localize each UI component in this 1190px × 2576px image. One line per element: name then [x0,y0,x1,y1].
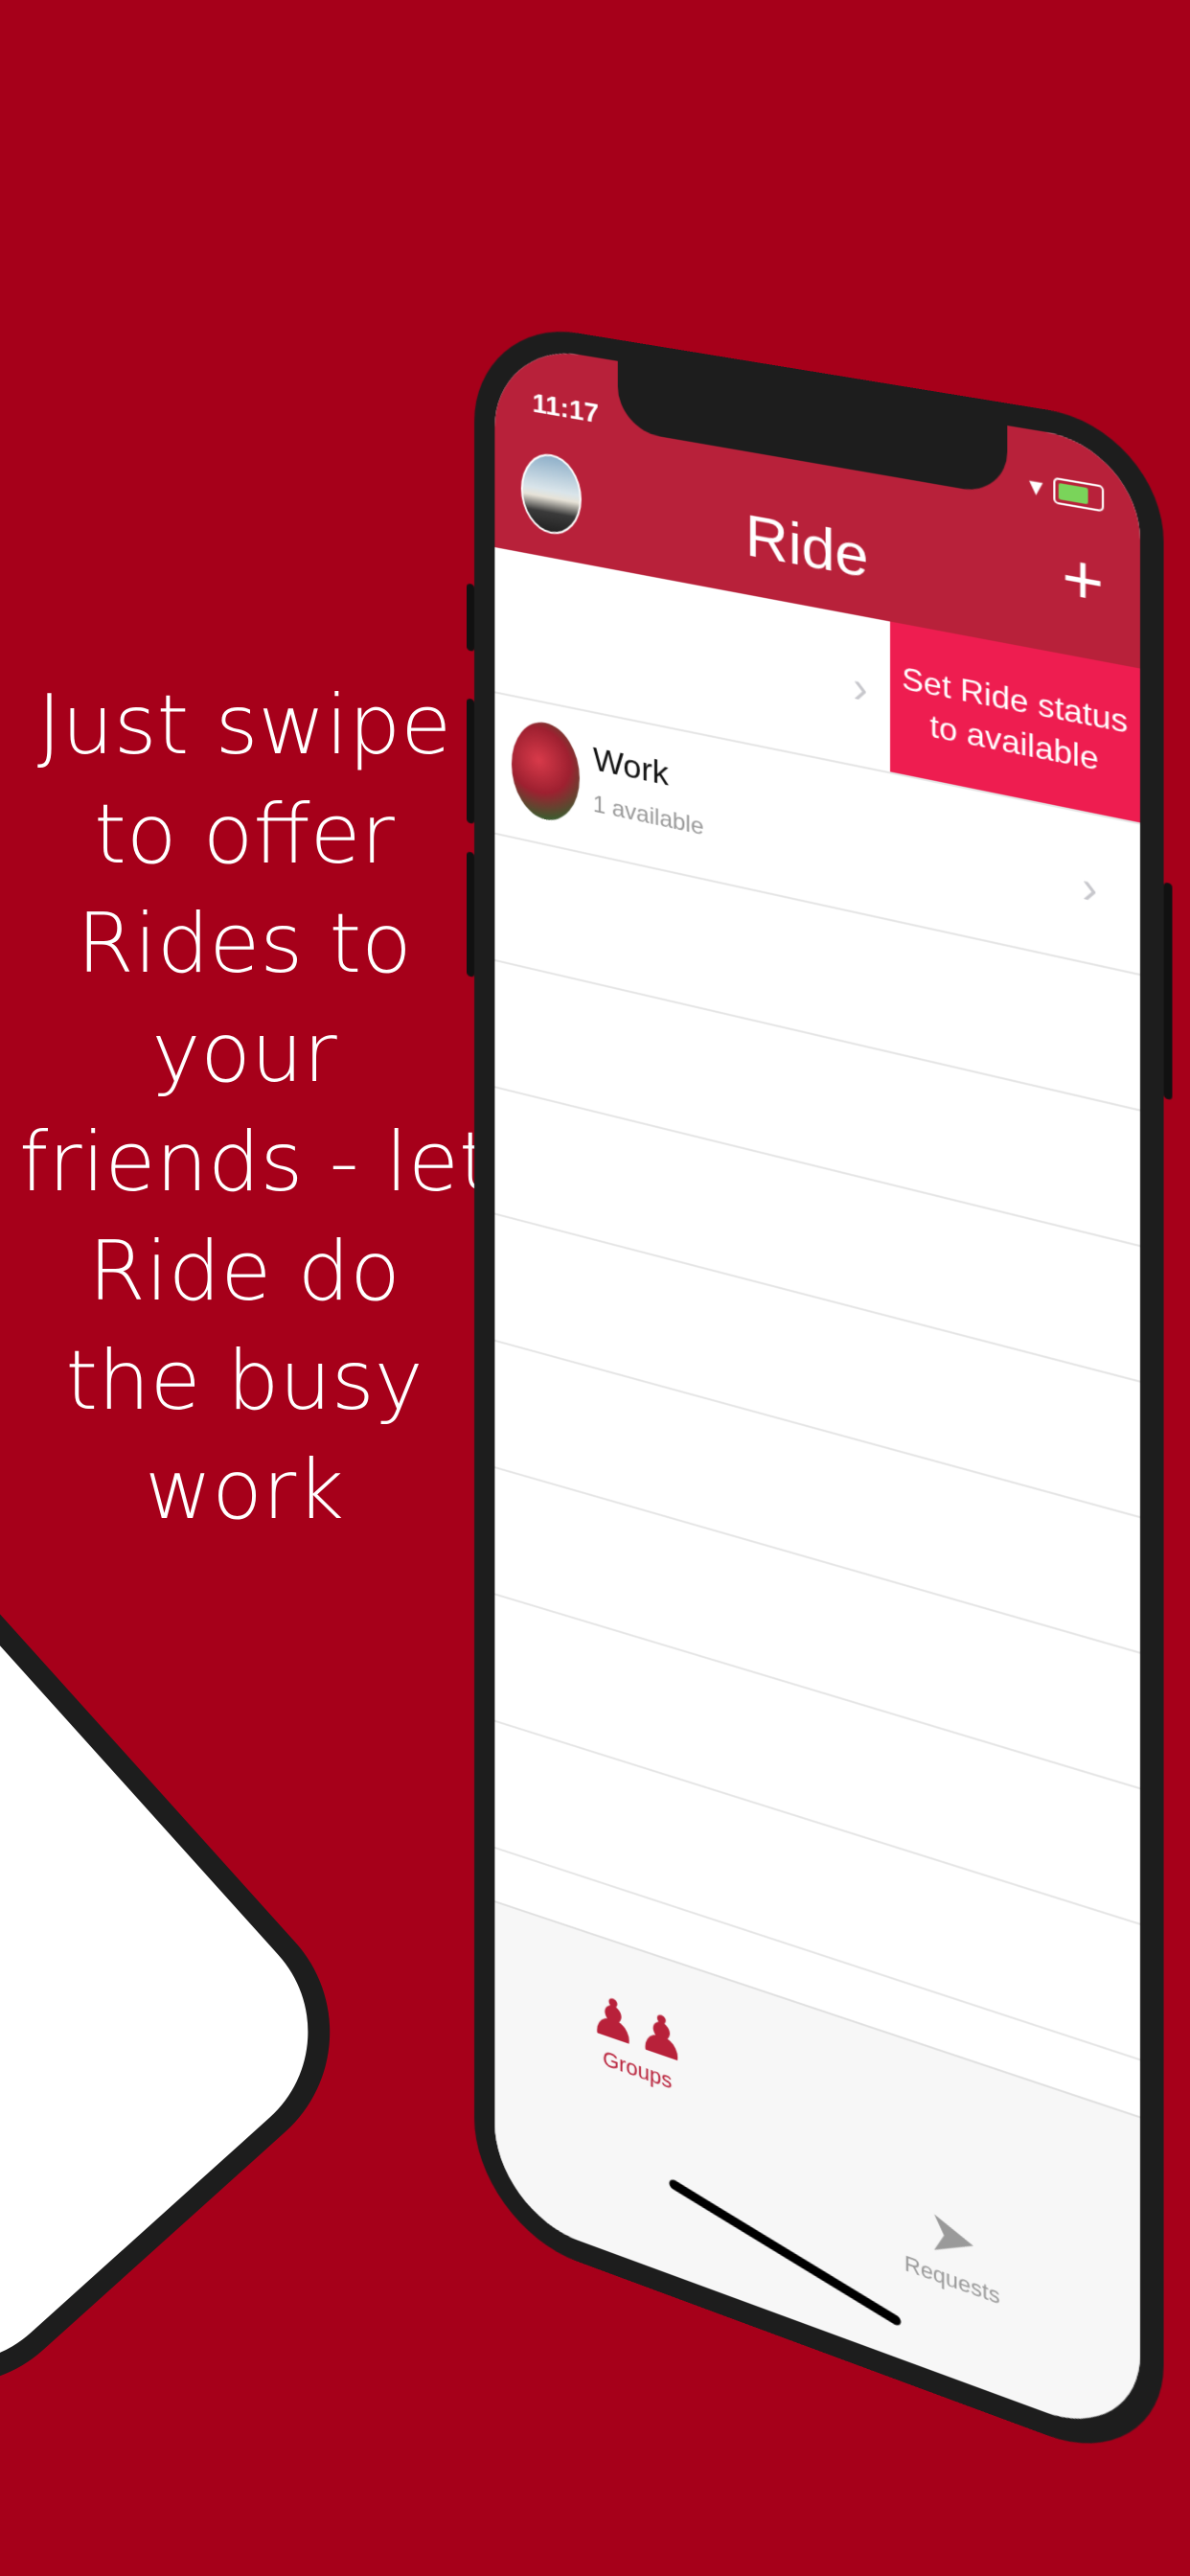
chevron-right-icon: › [1082,862,1098,916]
volume-up-button [467,698,474,824]
headline-line: friends - let [19,1115,492,1210]
power-button [1163,882,1173,1101]
headline-line: the busy [65,1333,423,1429]
headline-line: work [144,1442,345,1538]
status-icons: ▾ [1029,470,1105,514]
home-indicator [668,2177,903,2328]
headline-line: Just swipe [36,678,452,773]
wifi-icon: ▾ [1029,470,1043,503]
headline-line: your [151,1005,337,1101]
swipe-action-label: Set Ride status to available [902,659,1129,778]
headline-line: to offer [94,787,395,883]
headline-line: Ride do [88,1224,400,1320]
notch [617,360,1008,497]
battery-icon [1053,476,1105,512]
promo-headline: Just swipe to offer Rides to your friend… [19,671,492,1545]
headline-line: Rides to [77,896,412,992]
status-time: 11:17 [532,387,599,429]
groups-list: › Set Ride status to available Work 1 av… [494,547,1140,2061]
chevron-right-icon: › [853,662,868,715]
tab-requests[interactable]: ➤ Requests [904,2190,1000,2311]
main-phone: 11:17 ▾ Ride + › Set Ride status to avai… [467,316,1173,2479]
phone-screen: 11:17 ▾ Ride + › Set Ride status to avai… [494,340,1140,2448]
group-availability: 1 available [592,791,704,841]
add-group-button[interactable]: + [1062,537,1104,624]
group-name: Work [592,740,669,794]
volume-down-button [467,851,474,978]
mute-switch [467,583,474,652]
tab-groups[interactable]: ♟♟ Groups [589,1981,686,2100]
group-avatar [511,716,580,827]
